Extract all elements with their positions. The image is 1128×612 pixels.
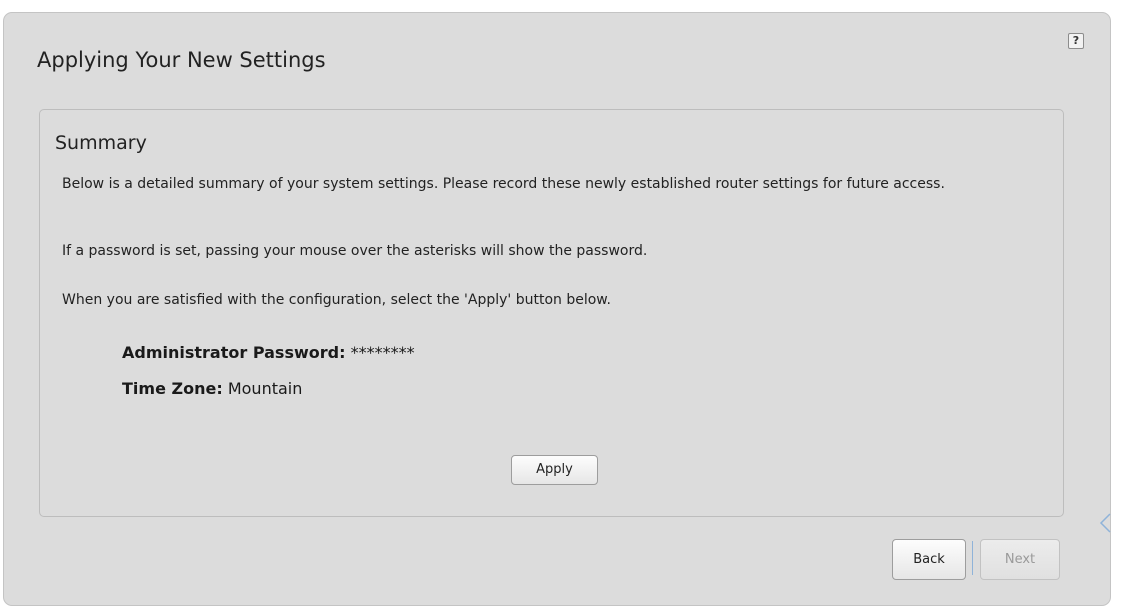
summary-intro-text: Below is a detailed summary of your syst…: [62, 176, 945, 192]
summary-heading: Summary: [55, 132, 147, 154]
next-button[interactable]: Next: [980, 539, 1060, 580]
password-hint-text: If a password is set, passing your mouse…: [62, 243, 648, 259]
apply-instruction-text: When you are satisfied with the configur…: [62, 292, 611, 308]
summary-section: Summary Below is a detailed summary of y…: [39, 109, 1064, 517]
apply-button[interactable]: Apply: [511, 455, 598, 485]
admin-password-row: Administrator Password: ********: [122, 342, 415, 364]
time-zone-row: Time Zone: Mountain: [122, 378, 302, 400]
admin-password-label: Administrator Password:: [122, 343, 346, 362]
page-title: Applying Your New Settings: [37, 48, 326, 72]
button-divider: [972, 541, 973, 575]
time-zone-value: Mountain: [227, 379, 303, 398]
admin-password-value[interactable]: ********: [351, 343, 415, 362]
time-zone-label: Time Zone:: [122, 379, 223, 398]
help-icon[interactable]: ?: [1068, 33, 1084, 49]
back-button[interactable]: Back: [892, 539, 966, 580]
chevron-left-icon[interactable]: [1098, 512, 1112, 534]
